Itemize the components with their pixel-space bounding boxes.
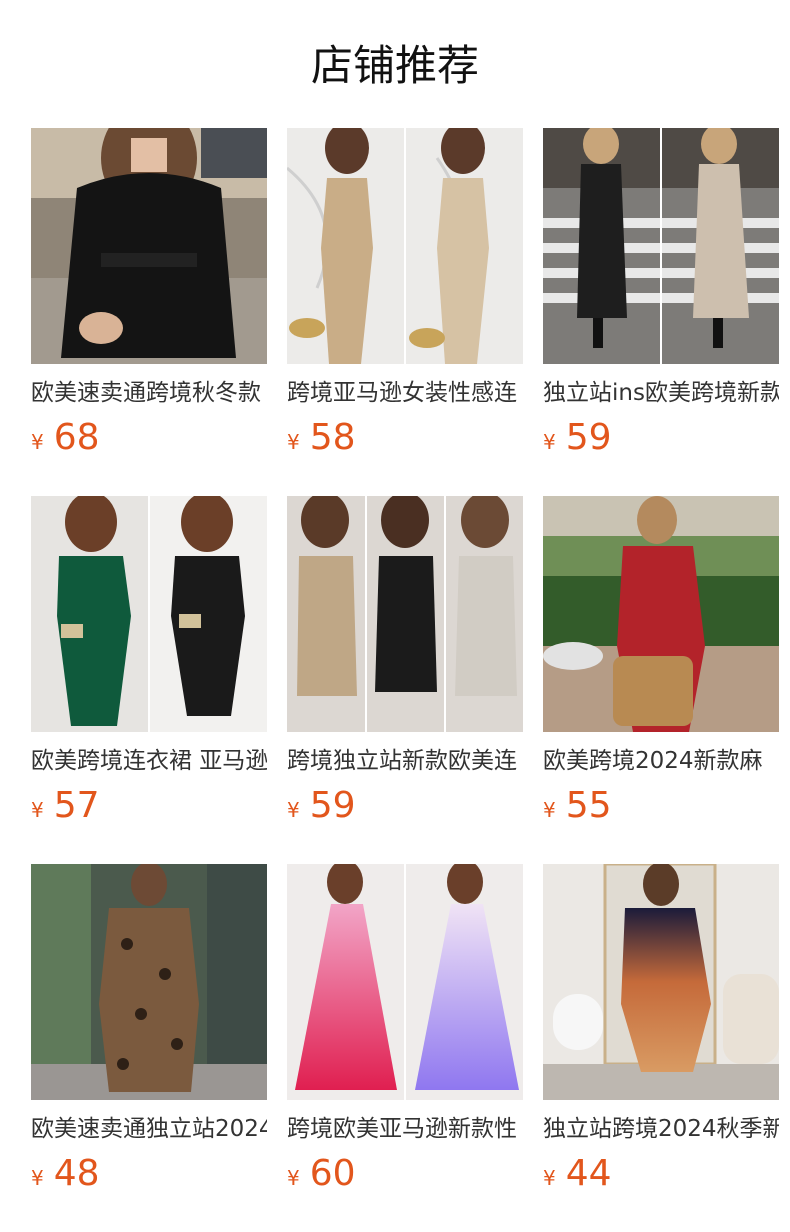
price-value: 68: [53, 417, 100, 458]
product-image[interactable]: [287, 128, 523, 364]
product-name[interactable]: 跨境亚马逊女装性感连: [287, 376, 523, 410]
product-name[interactable]: 独立站跨境2024秋季新: [543, 1112, 779, 1146]
product-card[interactable]: 欧美速卖通跨境秋冬款 ¥68: [31, 128, 267, 468]
currency-symbol: ¥: [31, 798, 44, 822]
currency-symbol: ¥: [31, 430, 44, 454]
product-name[interactable]: 跨境欧美亚马逊新款性: [287, 1112, 523, 1146]
product-price: ¥60: [287, 1152, 356, 1196]
product-image[interactable]: [543, 496, 779, 732]
currency-symbol: ¥: [287, 1166, 300, 1190]
currency-symbol: ¥: [287, 798, 300, 822]
price-value: 59: [309, 785, 356, 826]
page-title: 店铺推荐: [310, 41, 479, 90]
product-image[interactable]: [543, 864, 779, 1100]
shop-recommendation-page: 店铺推荐 欧美速卖通跨境秋冬款 ¥68 跨境亚马逊女装性感连 ¥ 58 独立站i…: [0, 0, 790, 1232]
product-price: ¥68: [31, 416, 100, 460]
product-name[interactable]: 欧美跨境2024新款麻: [543, 744, 779, 778]
product-name[interactable]: 欧美速卖通跨境秋冬款: [31, 376, 267, 410]
product-price: ¥44: [543, 1152, 612, 1196]
product-name[interactable]: 欧美跨境连衣裙 亚马逊: [31, 744, 267, 778]
product-name[interactable]: 独立站ins欧美跨境新款: [543, 376, 779, 410]
product-name[interactable]: 欧美速卖通独立站2024: [31, 1112, 267, 1146]
price-value: 48: [53, 1153, 100, 1194]
price-value: 59: [565, 417, 612, 458]
product-image[interactable]: [31, 128, 267, 364]
product-price: ¥59: [543, 416, 612, 460]
product-image[interactable]: [287, 496, 523, 732]
product-card[interactable]: 跨境欧美亚马逊新款性 ¥60: [287, 864, 523, 1204]
product-image[interactable]: [31, 864, 267, 1100]
price-value: 58: [309, 417, 356, 458]
currency-symbol: ¥: [543, 1166, 556, 1190]
product-image[interactable]: [287, 864, 523, 1100]
product-image[interactable]: [543, 128, 779, 364]
product-price: ¥48: [31, 1152, 100, 1196]
currency-symbol: ¥: [543, 798, 556, 822]
price-value: 44: [565, 1153, 612, 1194]
product-card[interactable]: 欧美跨境2024新款麻 ¥55: [543, 496, 779, 836]
currency-symbol: ¥: [31, 1166, 44, 1190]
product-name[interactable]: 跨境独立站新款欧美连: [287, 744, 523, 778]
product-card[interactable]: 独立站ins欧美跨境新款 ¥59: [543, 128, 779, 468]
product-card[interactable]: 欧美速卖通独立站2024 ¥48: [31, 864, 267, 1204]
product-price: ¥59: [287, 784, 356, 828]
currency-symbol: ¥: [287, 430, 300, 454]
price-value: 60: [309, 1153, 356, 1194]
product-card[interactable]: 独立站跨境2024秋季新 ¥44: [543, 864, 779, 1204]
price-value: 55: [565, 785, 612, 826]
product-card[interactable]: 跨境独立站新款欧美连 ¥59: [287, 496, 523, 836]
product-price: ¥55: [543, 784, 612, 828]
product-card[interactable]: 欧美跨境连衣裙 亚马逊 ¥57: [31, 496, 267, 836]
product-price: ¥58: [287, 416, 356, 460]
product-image[interactable]: [31, 496, 267, 732]
product-price: ¥57: [31, 784, 100, 828]
price-value: 57: [53, 785, 100, 826]
product-card[interactable]: 跨境亚马逊女装性感连 ¥58: [287, 128, 523, 468]
currency-symbol: ¥: [543, 430, 556, 454]
